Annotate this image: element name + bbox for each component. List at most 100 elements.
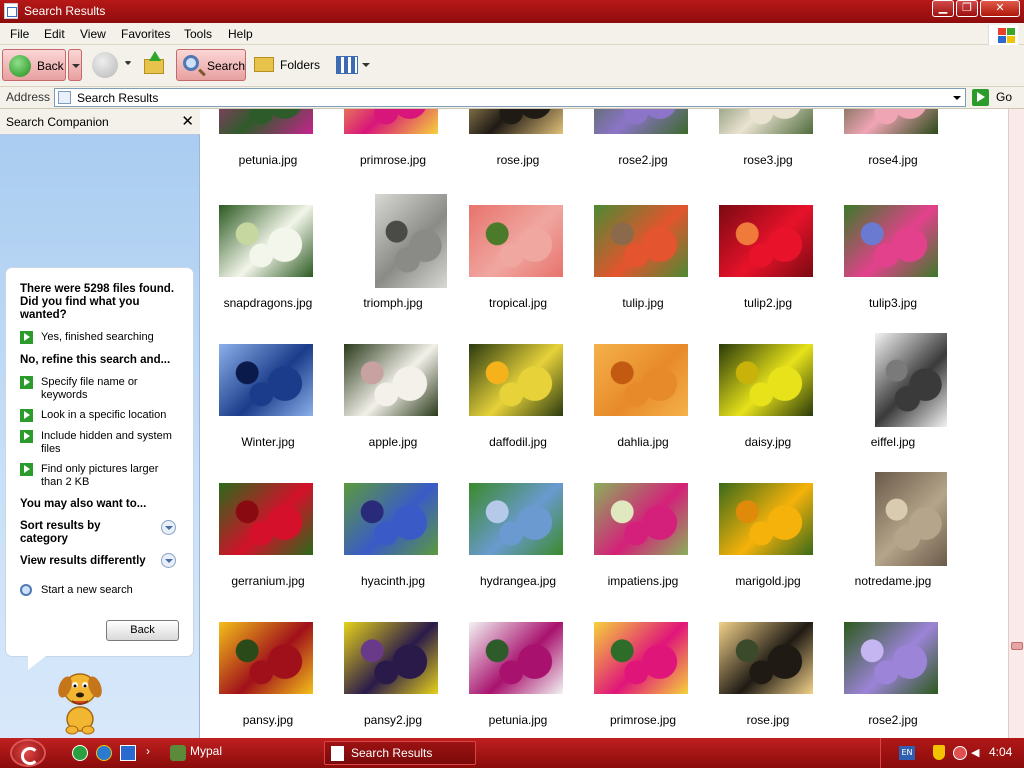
file-thumbnail[interactable]: rose.jpg [712,611,822,727]
system-tray: EN ◀ 4:04 [880,738,1024,768]
companion-back-button[interactable]: Back [106,620,179,641]
file-name-label: triomph.jpg [363,296,423,310]
thumbnail-image [219,622,313,694]
views-grid-icon [336,56,358,74]
start-button[interactable] [10,739,46,767]
file-name-label: rose.jpg [746,713,790,727]
thumbnail-image [469,483,563,555]
thumbnail-image [219,205,313,277]
menu-tools[interactable]: Tools [184,27,212,41]
sort-by-category-link[interactable]: Sort results by category [20,520,140,546]
file-name-label: pansy.jpg [242,713,294,727]
file-name-label: tulip3.jpg [868,296,918,310]
file-thumbnail[interactable]: dahlia.jpg [587,333,697,449]
file-thumbnail[interactable]: snapdragons.jpg [212,194,322,310]
file-thumbnail[interactable]: impatiens.jpg [587,472,697,588]
file-thumbnail[interactable]: tulip2.jpg [712,194,822,310]
security-shield-icon[interactable] [933,745,945,760]
maximize-button[interactable]: ❐ [956,0,978,17]
clock[interactable]: 4:04 [989,745,1012,759]
address-dropdown-arrow-icon[interactable] [953,96,961,104]
thumbnail-image [844,205,938,277]
show-desktop-icon[interactable] [120,745,136,761]
file-thumbnail[interactable]: tulip.jpg [587,194,697,310]
views-button[interactable] [334,49,372,81]
back-button[interactable]: Back [2,49,66,81]
forward-button[interactable] [92,52,118,78]
file-thumbnail[interactable]: rose3.jpg [712,109,822,167]
forward-history-dropdown[interactable] [124,61,132,69]
folders-button[interactable]: Folders [252,49,324,81]
file-thumbnail[interactable]: eiffel.jpg [837,333,947,449]
close-button[interactable]: ✕ [980,0,1020,17]
view-expand-icon[interactable] [161,553,176,568]
file-thumbnail[interactable]: hyacinth.jpg [337,472,447,588]
file-thumbnail[interactable]: tropical.jpg [462,194,572,310]
title-bar[interactable]: Search Results ▁ ❐ ✕ [0,0,1024,23]
network-icon[interactable] [953,746,967,760]
back-history-dropdown[interactable] [68,49,82,81]
menu-edit[interactable]: Edit [44,27,65,41]
mypal-label[interactable]: Mypal [190,744,222,758]
file-thumbnail[interactable]: rose2.jpg [837,611,947,727]
file-name-label: gerranium.jpg [231,574,305,588]
file-thumbnail[interactable]: tulip3.jpg [837,194,947,310]
file-name-label: petunia.jpg [488,713,548,727]
up-folder-button[interactable] [142,49,166,81]
file-name-label: primrose.jpg [609,713,677,727]
search-icon [183,55,199,71]
menu-view[interactable]: View [80,27,106,41]
language-indicator[interactable]: EN [899,746,915,760]
quick-launch-browser-icon[interactable] [72,745,88,761]
file-thumbnail[interactable]: pansy2.jpg [337,611,447,727]
file-thumbnail[interactable]: petunia.jpg [462,611,572,727]
sort-expand-icon[interactable] [161,520,176,535]
volume-icon[interactable]: ◀ [971,746,983,760]
file-thumbnail[interactable]: daffodil.jpg [462,333,572,449]
taskbar-search-results[interactable]: Search Results [324,741,476,765]
thumbnail-image [469,205,563,277]
menu-help[interactable]: Help [228,27,253,41]
file-thumbnail[interactable]: rose.jpg [462,109,572,167]
file-thumbnail[interactable]: petunia.jpg [212,109,322,167]
thumbnail-image [844,622,938,694]
file-thumbnail[interactable]: notredame.jpg [837,472,947,588]
file-thumbnail[interactable]: gerranium.jpg [212,472,322,588]
minimize-button[interactable]: ▁ [932,0,954,17]
thumbnail-image [719,205,813,277]
view-differently-link[interactable]: View results differently [20,555,146,568]
go-arrow-icon [972,89,989,106]
file-thumbnail[interactable]: daisy.jpg [712,333,822,449]
file-name-label: pansy2.jpg [363,713,423,727]
file-thumbnail[interactable]: rose2.jpg [587,109,697,167]
vertical-scrollbar[interactable] [1008,109,1024,738]
file-thumbnail[interactable]: triomph.jpg [337,194,447,310]
internet-explorer-icon[interactable] [96,745,112,761]
thumbnail-image [344,622,438,694]
search-results-view[interactable]: petunia.jpg primrose.jpg rose.jpg rose2.jpg… [200,109,1008,738]
search-dog-icon [58,673,102,735]
search-results-icon [58,91,71,104]
scrollbar-thumb[interactable] [1011,642,1023,650]
file-thumbnail[interactable]: rose4.jpg [837,109,947,167]
file-thumbnail[interactable]: pansy.jpg [212,611,322,727]
search-button[interactable]: Search [176,49,246,81]
search-companion-header: Search Companion ✕ [0,109,200,135]
file-thumbnail[interactable]: Winter.jpg [212,333,322,449]
go-button[interactable]: Go [972,88,1020,107]
file-thumbnail[interactable]: primrose.jpg [337,109,447,167]
refine-file-name-label: Specify file name or keywords [41,376,138,401]
thumbnail-image [594,483,688,555]
address-field[interactable]: Search Results [54,88,966,107]
file-thumbnail[interactable]: apple.jpg [337,333,447,449]
file-thumbnail[interactable]: primrose.jpg [587,611,697,727]
file-thumbnail[interactable]: marigold.jpg [712,472,822,588]
file-name-label: dahlia.jpg [617,435,669,449]
files-found-message: There were 5298 files found. Did you fin… [20,283,175,321]
file-thumbnail[interactable]: hydrangea.jpg [462,472,572,588]
file-name-label: primrose.jpg [359,153,427,167]
quick-launch-more-chevron[interactable]: › [146,744,150,758]
close-pane-icon[interactable]: ✕ [181,112,194,130]
menu-favorites[interactable]: Favorites [121,27,170,41]
menu-file[interactable]: File [10,27,29,41]
